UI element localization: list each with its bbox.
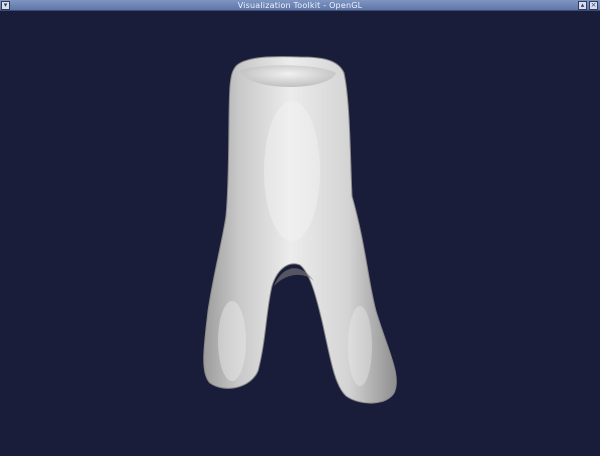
maximize-icon[interactable]: ▴ [578, 1, 587, 10]
vtk-render-window: ▾ Visualization Toolkit - OpenGL ▴ × [0, 0, 600, 456]
left-root-highlight [218, 301, 246, 381]
close-icon[interactable]: × [589, 1, 598, 10]
window-title: Visualization Toolkit - OpenGL [237, 1, 363, 10]
right-root-highlight [348, 306, 372, 386]
window-titlebar[interactable]: ▾ Visualization Toolkit - OpenGL ▴ × [0, 0, 600, 11]
render-canvas[interactable] [0, 11, 600, 456]
render-viewport[interactable] [0, 11, 600, 456]
tooth-center-highlight [264, 101, 320, 241]
